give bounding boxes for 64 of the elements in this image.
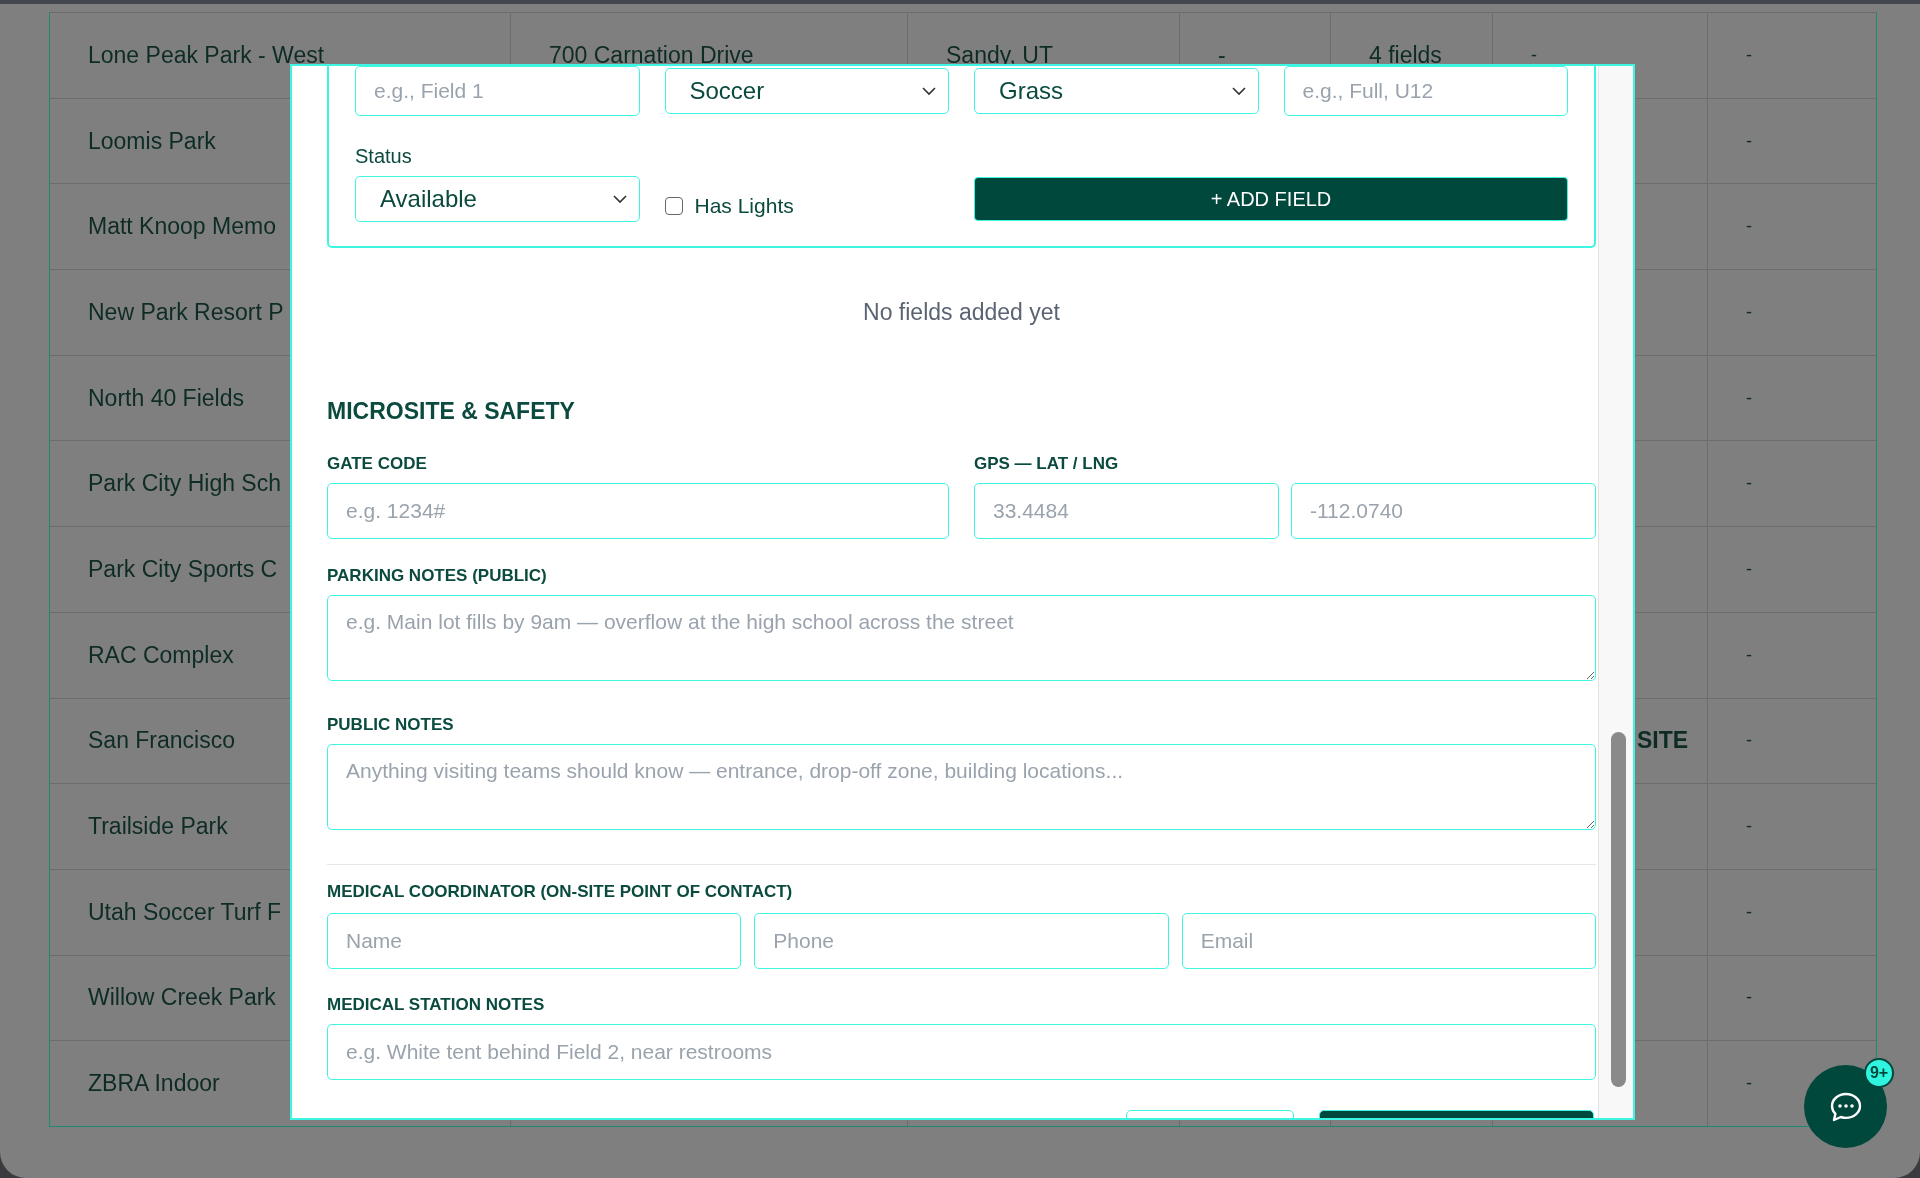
table-cell: - (1746, 473, 1752, 495)
field-label: PUBLIC NOTES (327, 715, 455, 735)
chevron-icon (1231, 86, 1246, 96)
field-label: MEDICAL STATION NOTES (327, 995, 546, 1015)
table-cell: 4 fields (1369, 41, 1442, 69)
chevron-icon (922, 86, 936, 96)
public-notes-field[interactable]: Anything visiting teams should know — entrance, drop-off zone, building locations... (327, 744, 1596, 830)
table-cell: - (1746, 644, 1752, 666)
notification-badge: 9+ (1864, 1058, 1894, 1088)
medical-notes-field[interactable]: e.g. White tent behind Field 2, near restrooms (327, 1024, 1596, 1080)
park-name: San Francisco (88, 727, 235, 755)
table-cell: SITE (1637, 727, 1689, 755)
select-field[interactable]: Soccer (664, 68, 949, 114)
field-label: GATE CODE (327, 454, 428, 474)
scrollbar-thumb[interactable] (1611, 732, 1626, 1087)
add-field-button[interactable]: + ADD FIELD (974, 177, 1568, 221)
gate-code-field[interactable]: e.g. 1234# (327, 483, 949, 539)
table-cell: - (1218, 41, 1226, 69)
park-name: Lone Peak Park - West (88, 41, 325, 69)
input-field[interactable]: Email (1181, 913, 1596, 969)
table-cell: - (1531, 44, 1537, 66)
empty-message: No fields added yet (863, 299, 1060, 325)
table-cell: - (1746, 730, 1752, 752)
parking-notes-field[interactable]: e.g. Main lot fills by 9am — overflow at the high school across the street (327, 595, 1596, 681)
park-name: Park City High Sch (88, 470, 281, 498)
table-cell: 700 Carnation Drive (549, 41, 754, 69)
table-cell: - (1746, 816, 1752, 838)
status-label: Status (355, 146, 413, 166)
input-field[interactable]: e.g., Full, U12 (1283, 66, 1568, 116)
table-cell: - (1746, 987, 1752, 1009)
checkbox-label: Has Lights (694, 194, 794, 218)
checkbox[interactable] (664, 197, 683, 215)
park-name: New Park Resort P (88, 298, 284, 326)
table-cell: - (1746, 44, 1752, 66)
park-name: Utah Soccer Turf F (88, 898, 281, 926)
park-name: Willow Creek Park (88, 984, 276, 1012)
field-label: MEDICAL COORDINATOR (ON-SITE POINT OF CONTACT) (327, 882, 794, 902)
table-cell: - (1746, 901, 1752, 923)
table-cell: - (1746, 1073, 1752, 1095)
select-field[interactable]: Grass (974, 68, 1259, 114)
chevron-icon (612, 194, 627, 204)
status-select[interactable]: Available (355, 176, 640, 222)
table-cell: - (1746, 130, 1752, 152)
chat-icon (1828, 1090, 1863, 1123)
table-cell: - (1746, 387, 1752, 409)
park-name: RAC Complex (88, 641, 234, 669)
longitude-field[interactable]: -112.0740 (1291, 483, 1596, 539)
park-name: Trailside Park (88, 813, 228, 841)
park-name: Loomis Park (88, 127, 216, 155)
field-label: PARKING NOTES (PUBLIC) (327, 566, 548, 586)
input-field[interactable]: Name (327, 913, 742, 969)
table-cell: Sandy, UT (946, 41, 1053, 69)
latitude-field[interactable]: 33.4484 (974, 483, 1279, 539)
table-cell: - (1746, 301, 1752, 323)
field-label: GPS — LAT / LNG (974, 454, 1120, 474)
input-field[interactable]: Phone (754, 913, 1169, 969)
table-cell: - (1746, 558, 1752, 580)
table-cell: - (1746, 216, 1752, 238)
park-name: Park City Sports C (88, 555, 278, 583)
park-name: ZBRA Indoor (88, 1070, 220, 1098)
park-name: Matt Knoop Memo (88, 213, 276, 241)
park-name: North 40 Fields (88, 384, 244, 412)
input-field[interactable]: e.g., Field 1 (355, 66, 640, 116)
section-title: MICROSITE & SAFETY (327, 398, 575, 424)
